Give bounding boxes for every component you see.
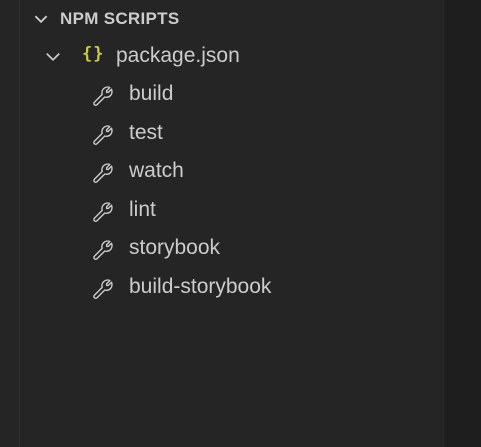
- section-title: NPM SCRIPTS: [60, 9, 180, 28]
- script-label: lint: [129, 197, 156, 221]
- script-label: test: [129, 120, 163, 144]
- tree-item-script-build-storybook[interactable]: build-storybook: [20, 269, 443, 307]
- tree-item-script-lint[interactable]: lint: [20, 192, 443, 230]
- package-json-label: package.json: [116, 44, 240, 67]
- npm-scripts-view: NPM SCRIPTS {} package.json build test w…: [0, 0, 481, 447]
- activity-bar-edge: [0, 0, 20, 447]
- npm-scripts-section-header[interactable]: NPM SCRIPTS: [20, 0, 443, 38]
- wrench-icon: [91, 200, 115, 224]
- wrench-icon: [91, 161, 115, 185]
- tree-item-script-test[interactable]: test: [20, 115, 443, 153]
- chevron-down-icon[interactable]: [26, 10, 56, 28]
- wrench-icon: [91, 84, 115, 108]
- script-label: build: [129, 82, 174, 105]
- script-label: storybook: [129, 236, 221, 259]
- tree-item-script-storybook[interactable]: storybook: [20, 230, 443, 268]
- chevron-down-icon[interactable]: [44, 48, 62, 66]
- editor-area: [443, 0, 481, 447]
- wrench-icon: [91, 123, 115, 147]
- script-label: build-storybook: [129, 274, 272, 298]
- script-label: watch: [129, 159, 184, 182]
- wrench-icon: [91, 277, 115, 301]
- explorer-panel: NPM SCRIPTS {} package.json build test w…: [20, 0, 443, 447]
- tree-item-script-build[interactable]: build: [20, 76, 443, 114]
- tree-item-script-watch[interactable]: watch: [20, 153, 443, 191]
- wrench-icon: [91, 238, 115, 262]
- json-file-icon: {}: [82, 44, 105, 64]
- tree-item-package-json[interactable]: {} package.json: [20, 38, 443, 76]
